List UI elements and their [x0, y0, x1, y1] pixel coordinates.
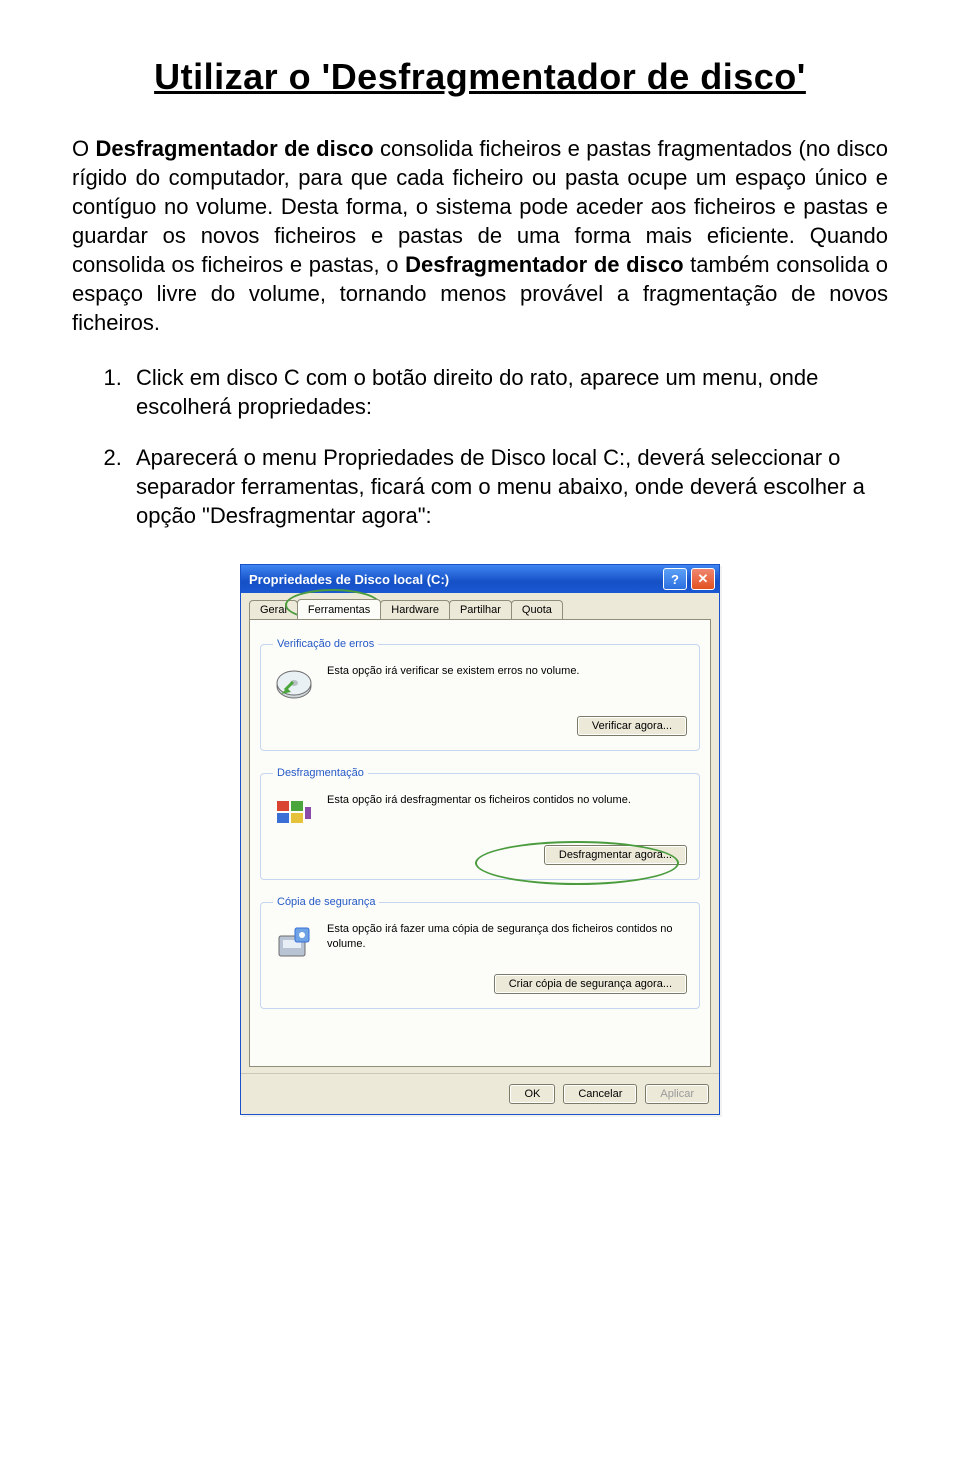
- properties-dialog: Propriedades de Disco local (C:) ? ✕ Ger…: [240, 564, 720, 1115]
- group-verify-legend: Verificação de erros: [273, 638, 378, 650]
- tab-body: Verificação de erros Esta opção irá veri…: [249, 619, 711, 1067]
- tab-hardware[interactable]: Hardware: [380, 600, 450, 620]
- defrag-now-button[interactable]: Desfragmentar agora...: [544, 845, 687, 865]
- intro-term-1: Desfragmentador de disco: [96, 136, 374, 161]
- intro-paragraph: O Desfragmentador de disco consolida fic…: [72, 134, 888, 337]
- dialog-tabs: Geral Ferramentas Hardware Partilhar Quo…: [241, 593, 719, 619]
- group-verify: Verificação de erros Esta opção irá veri…: [260, 638, 700, 751]
- dialog-footer: OK Cancelar Aplicar: [241, 1073, 719, 1114]
- cancel-button[interactable]: Cancelar: [563, 1084, 637, 1104]
- steps-list: Click em disco C com o botão direito do …: [72, 363, 888, 530]
- tab-ferramentas[interactable]: Ferramentas: [297, 599, 381, 619]
- group-backup-text: Esta opção irá fazer uma cópia de segura…: [327, 922, 687, 952]
- help-button[interactable]: ?: [663, 568, 687, 590]
- tab-geral[interactable]: Geral: [249, 600, 298, 620]
- dialog-titlebar: Propriedades de Disco local (C:) ? ✕: [241, 565, 719, 593]
- group-verify-text: Esta opção irá verificar se existem erro…: [327, 664, 687, 679]
- backup-now-button[interactable]: Criar cópia de segurança agora...: [494, 974, 687, 994]
- tab-quota[interactable]: Quota: [511, 600, 563, 620]
- verify-now-button[interactable]: Verificar agora...: [577, 716, 687, 736]
- ok-button[interactable]: OK: [509, 1084, 555, 1104]
- dialog-title: Propriedades de Disco local (C:): [249, 572, 449, 587]
- step-1: Click em disco C com o botão direito do …: [128, 363, 888, 421]
- intro-text-1: O: [72, 136, 96, 161]
- step-2: Aparecerá o menu Propriedades de Disco l…: [128, 443, 888, 530]
- group-defrag-legend: Desfragmentação: [273, 767, 368, 779]
- group-backup: Cópia de segurança Esta opção irá fazer …: [260, 896, 700, 1009]
- dialog-container: Propriedades de Disco local (C:) ? ✕ Ger…: [72, 564, 888, 1115]
- backup-icon: [273, 922, 315, 964]
- defrag-icon: [273, 793, 315, 835]
- disk-check-icon: [273, 664, 315, 706]
- group-defrag-text: Esta opção irá desfragmentar os ficheiro…: [327, 793, 687, 808]
- group-defrag: Desfragmentação Esta opção irá desfragme…: [260, 767, 700, 880]
- apply-button[interactable]: Aplicar: [645, 1084, 709, 1104]
- group-backup-legend: Cópia de segurança: [273, 896, 379, 908]
- close-button[interactable]: ✕: [691, 568, 715, 590]
- tab-partilhar[interactable]: Partilhar: [449, 600, 512, 620]
- intro-term-2: Desfragmentador de disco: [405, 252, 683, 277]
- page-title: Utilizar o 'Desfragmentador de disco': [72, 56, 888, 98]
